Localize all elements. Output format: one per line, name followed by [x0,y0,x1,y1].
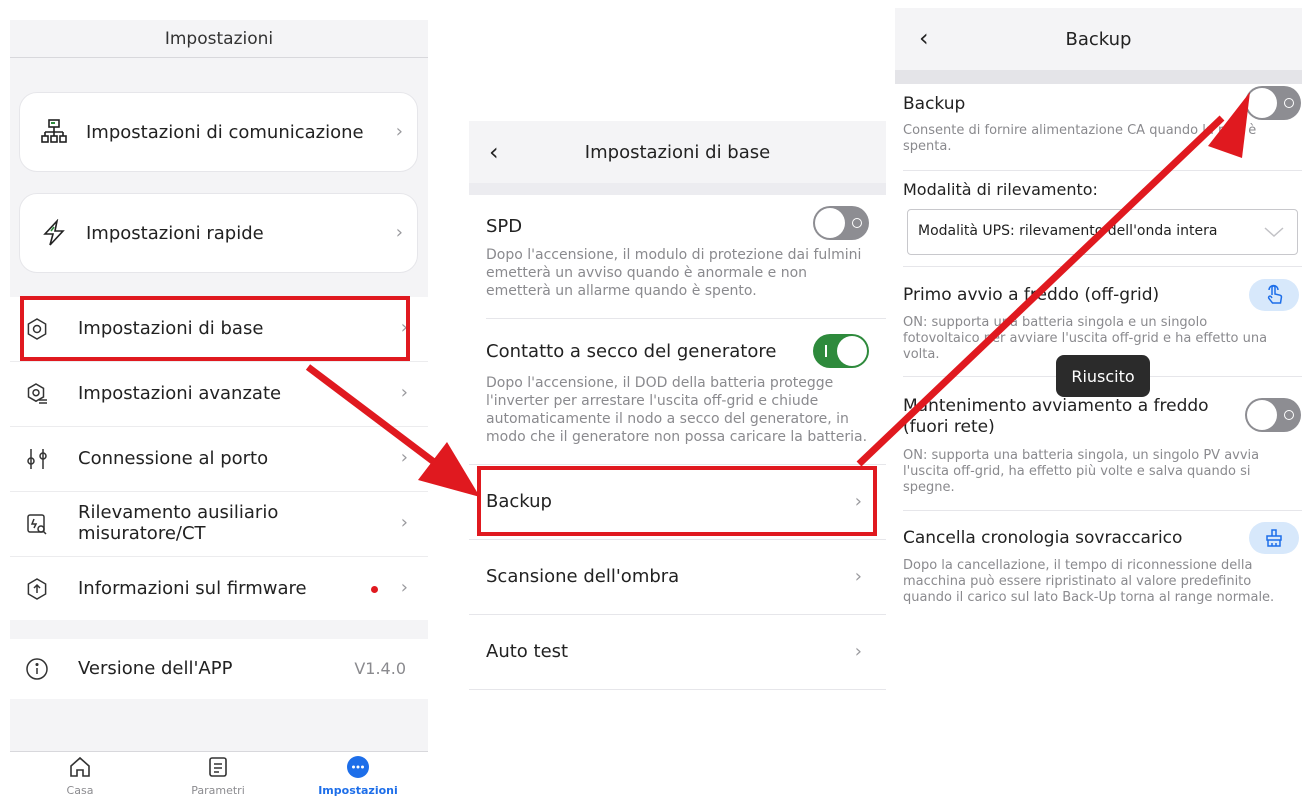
chevron-right-icon: › [854,641,862,662]
section-separator [895,70,1302,84]
version-label: Versione dell'APP [78,658,233,679]
firmware-update-icon [25,577,49,601]
cold-hold-title: Mantenimento avviamento a freddo (fuori … [903,396,1209,437]
nav-bar: ‹ Backup [895,8,1302,70]
generator-toggle[interactable] [813,334,869,368]
more-icon [347,756,369,782]
home-icon [69,756,91,782]
advanced-gear-icon [25,382,49,406]
tab-label: Casa [66,784,94,797]
notification-dot [371,586,378,593]
list-item-firmware-info[interactable]: Informazioni sul firmware › [10,557,428,620]
list-item-advanced-settings[interactable]: Impostazioni avanzate › [10,362,428,427]
tab-label: Parametri [191,784,245,797]
list-item-port-connection[interactable]: Connessione al porto › [10,427,428,492]
chevron-right-icon: › [400,577,408,598]
page-title: Impostazioni di base [584,142,771,163]
generator-title: Contatto a secco del generatore [486,341,777,362]
nav-bar: ‹ Impostazioni di base [469,121,886,183]
section-separator [469,183,886,195]
cold-hold-toggle[interactable] [1245,398,1301,432]
tab-casa[interactable]: Casa [30,756,130,797]
lightning-icon [40,218,68,247]
tap-icon [1265,284,1285,310]
tab-label: Impostazioni [318,784,398,797]
divider [903,510,1302,511]
backup-panel: ‹ Backup Backup Consente di fornire alim… [895,8,1302,648]
cold-hold-description: ON: supporta una batteria singola, un si… [903,448,1260,495]
spd-title: SPD [486,216,523,237]
backup-toggle[interactable] [1245,86,1301,120]
card-label: Impostazioni di comunicazione [86,122,364,143]
meter-search-icon [25,512,49,536]
chevron-right-icon: › [400,382,408,403]
list-item-label: Informazioni sul firmware [78,578,307,599]
card-quick-settings[interactable]: Impostazioni rapide › [19,193,418,273]
info-icon [25,657,49,685]
generator-description: Dopo l'accensione, il DOD della batteria… [486,375,868,445]
settings-panel: Impostazioni Impostazioni di comunicazio… [10,20,428,801]
list-item-meter-ct-detection[interactable]: Rilevamento ausiliario misuratore/CT › [10,492,428,557]
detection-mode-select[interactable]: Modalità UPS: rilevamento dell'onda inte… [907,209,1298,255]
app-version-row: Versione dell'APP V1.4.0 [10,639,428,699]
chevron-right-icon: › [400,512,408,533]
link-label: Scansione dell'ombra [486,566,680,587]
divider [903,170,1302,171]
clear-history-button[interactable] [1249,522,1299,554]
list-item-label: Rilevamento ausiliario misuratore/CT [78,502,279,544]
card-label: Impostazioni rapide [86,223,264,244]
page-title: Backup [1065,29,1132,50]
backup-title: Backup [903,94,966,114]
link-auto-test[interactable]: Auto test › [469,615,886,689]
chevron-right-icon: › [395,222,403,243]
chevron-right-icon: › [395,121,403,142]
divider [486,318,886,319]
spd-description: Dopo l'accensione, il modulo di protezio… [486,247,862,299]
cold-start-title: Primo avvio a freddo (off-grid) [903,285,1160,305]
broom-icon [1264,528,1284,552]
version-value: V1.4.0 [354,659,406,678]
tab-parametri[interactable]: Parametri [168,756,268,797]
toast-message: Riuscito [1056,355,1150,397]
spd-toggle[interactable] [813,206,869,240]
list-item-label: Impostazioni avanzate [78,383,282,404]
chevron-down-icon [1263,224,1285,243]
divider [903,266,1302,267]
link-shadow-scan[interactable]: Scansione dell'ombra › [469,540,886,614]
document-icon [207,757,229,782]
clear-history-title: Cancella cronologia sovraccarico [903,528,1183,548]
port-icon [25,447,49,471]
list-item-label: Connessione al porto [78,448,269,469]
network-icon [40,118,68,146]
bottom-tab-bar: Casa Parametri Impostazioni [10,751,428,801]
detection-mode-label: Modalità di rilevamento: [903,180,1098,199]
page-title: Impostazioni [10,20,428,58]
card-communication-settings[interactable]: Impostazioni di comunicazione › [19,92,418,172]
backup-description: Consente di fornire alimentazione CA qua… [903,123,1257,154]
link-label: Auto test [486,641,569,662]
divider [469,689,886,690]
chevron-right-icon: › [400,447,408,468]
highlight-box-backup [477,466,877,536]
basic-settings-panel: ‹ Impostazioni di base SPD Dopo l'accens… [469,121,886,691]
tab-impostazioni[interactable]: Impostazioni [308,756,408,797]
clear-history-description: Dopo la cancellazione, il tempo di ricon… [903,558,1275,605]
chevron-right-icon: › [854,566,862,587]
cold-start-button[interactable] [1249,279,1299,311]
highlight-box-basic-settings [20,296,410,361]
select-value: Modalità UPS: rilevamento dell'onda inte… [918,223,1218,239]
